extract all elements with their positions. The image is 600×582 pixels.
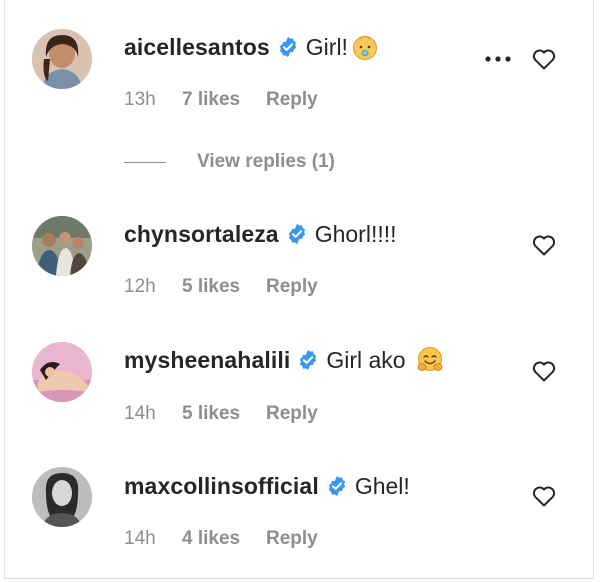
comment-meta: 14h 4 likes Reply <box>124 528 318 550</box>
username[interactable]: aicellesantos <box>124 34 270 61</box>
view-replies-label: View replies (1) <box>197 151 335 172</box>
comment-text: Ghorl!!!! <box>314 220 397 247</box>
reply-button[interactable]: Reply <box>266 403 318 425</box>
comment-time: 12h <box>124 276 156 297</box>
avatar[interactable] <box>32 216 92 276</box>
reply-button[interactable]: Reply <box>266 89 318 111</box>
comment-likes[interactable]: 4 likes <box>182 528 266 550</box>
username[interactable]: maxcollinsofficial <box>124 473 319 500</box>
verified-badge-icon <box>326 475 348 497</box>
comment-time: 14h <box>124 403 156 424</box>
replies-divider <box>124 161 166 163</box>
verified-badge-icon <box>297 349 319 371</box>
verified-badge-icon <box>277 36 299 58</box>
username[interactable]: chynsortaleza <box>124 221 279 248</box>
comment-likes[interactable]: 7 likes <box>182 89 266 111</box>
reply-button[interactable]: Reply <box>266 276 318 298</box>
more-options-icon[interactable] <box>483 54 513 64</box>
heart-outline-icon[interactable] <box>532 485 556 507</box>
comment-meta: 12h 5 likes Reply <box>124 276 318 298</box>
avatar[interactable] <box>32 467 92 527</box>
baby-emoji <box>351 33 379 61</box>
comment-line: chynsortaleza Ghorl!!!! <box>124 218 397 250</box>
comment-likes[interactable]: 5 likes <box>182 403 266 425</box>
hugging-face-emoji <box>416 346 444 374</box>
comment-text: Girl! <box>305 33 348 60</box>
comment-line: aicellesantos Girl! <box>124 31 379 63</box>
comment-text: Ghel! <box>354 472 410 499</box>
verified-badge-icon <box>286 223 308 245</box>
comment-likes[interactable]: 5 likes <box>182 276 266 298</box>
heart-outline-icon[interactable] <box>532 360 556 382</box>
comment-meta: 13h 7 likes Reply <box>124 89 318 111</box>
comment-text: Girl ako <box>326 346 406 373</box>
comment-time: 14h <box>124 528 156 549</box>
heart-outline-icon[interactable] <box>532 48 556 70</box>
heart-outline-icon[interactable] <box>532 234 556 256</box>
avatar[interactable] <box>32 29 92 89</box>
comment-line: maxcollinsofficial Ghel! <box>124 470 410 502</box>
comment-line: mysheenahalili Girl ako <box>124 344 444 376</box>
comment-meta: 14h 5 likes Reply <box>124 403 318 425</box>
reply-button[interactable]: Reply <box>266 528 318 550</box>
avatar[interactable] <box>32 342 92 402</box>
comment-time: 13h <box>124 89 156 110</box>
username[interactable]: mysheenahalili <box>124 347 290 374</box>
view-replies-button[interactable]: View replies (1) <box>124 150 335 174</box>
